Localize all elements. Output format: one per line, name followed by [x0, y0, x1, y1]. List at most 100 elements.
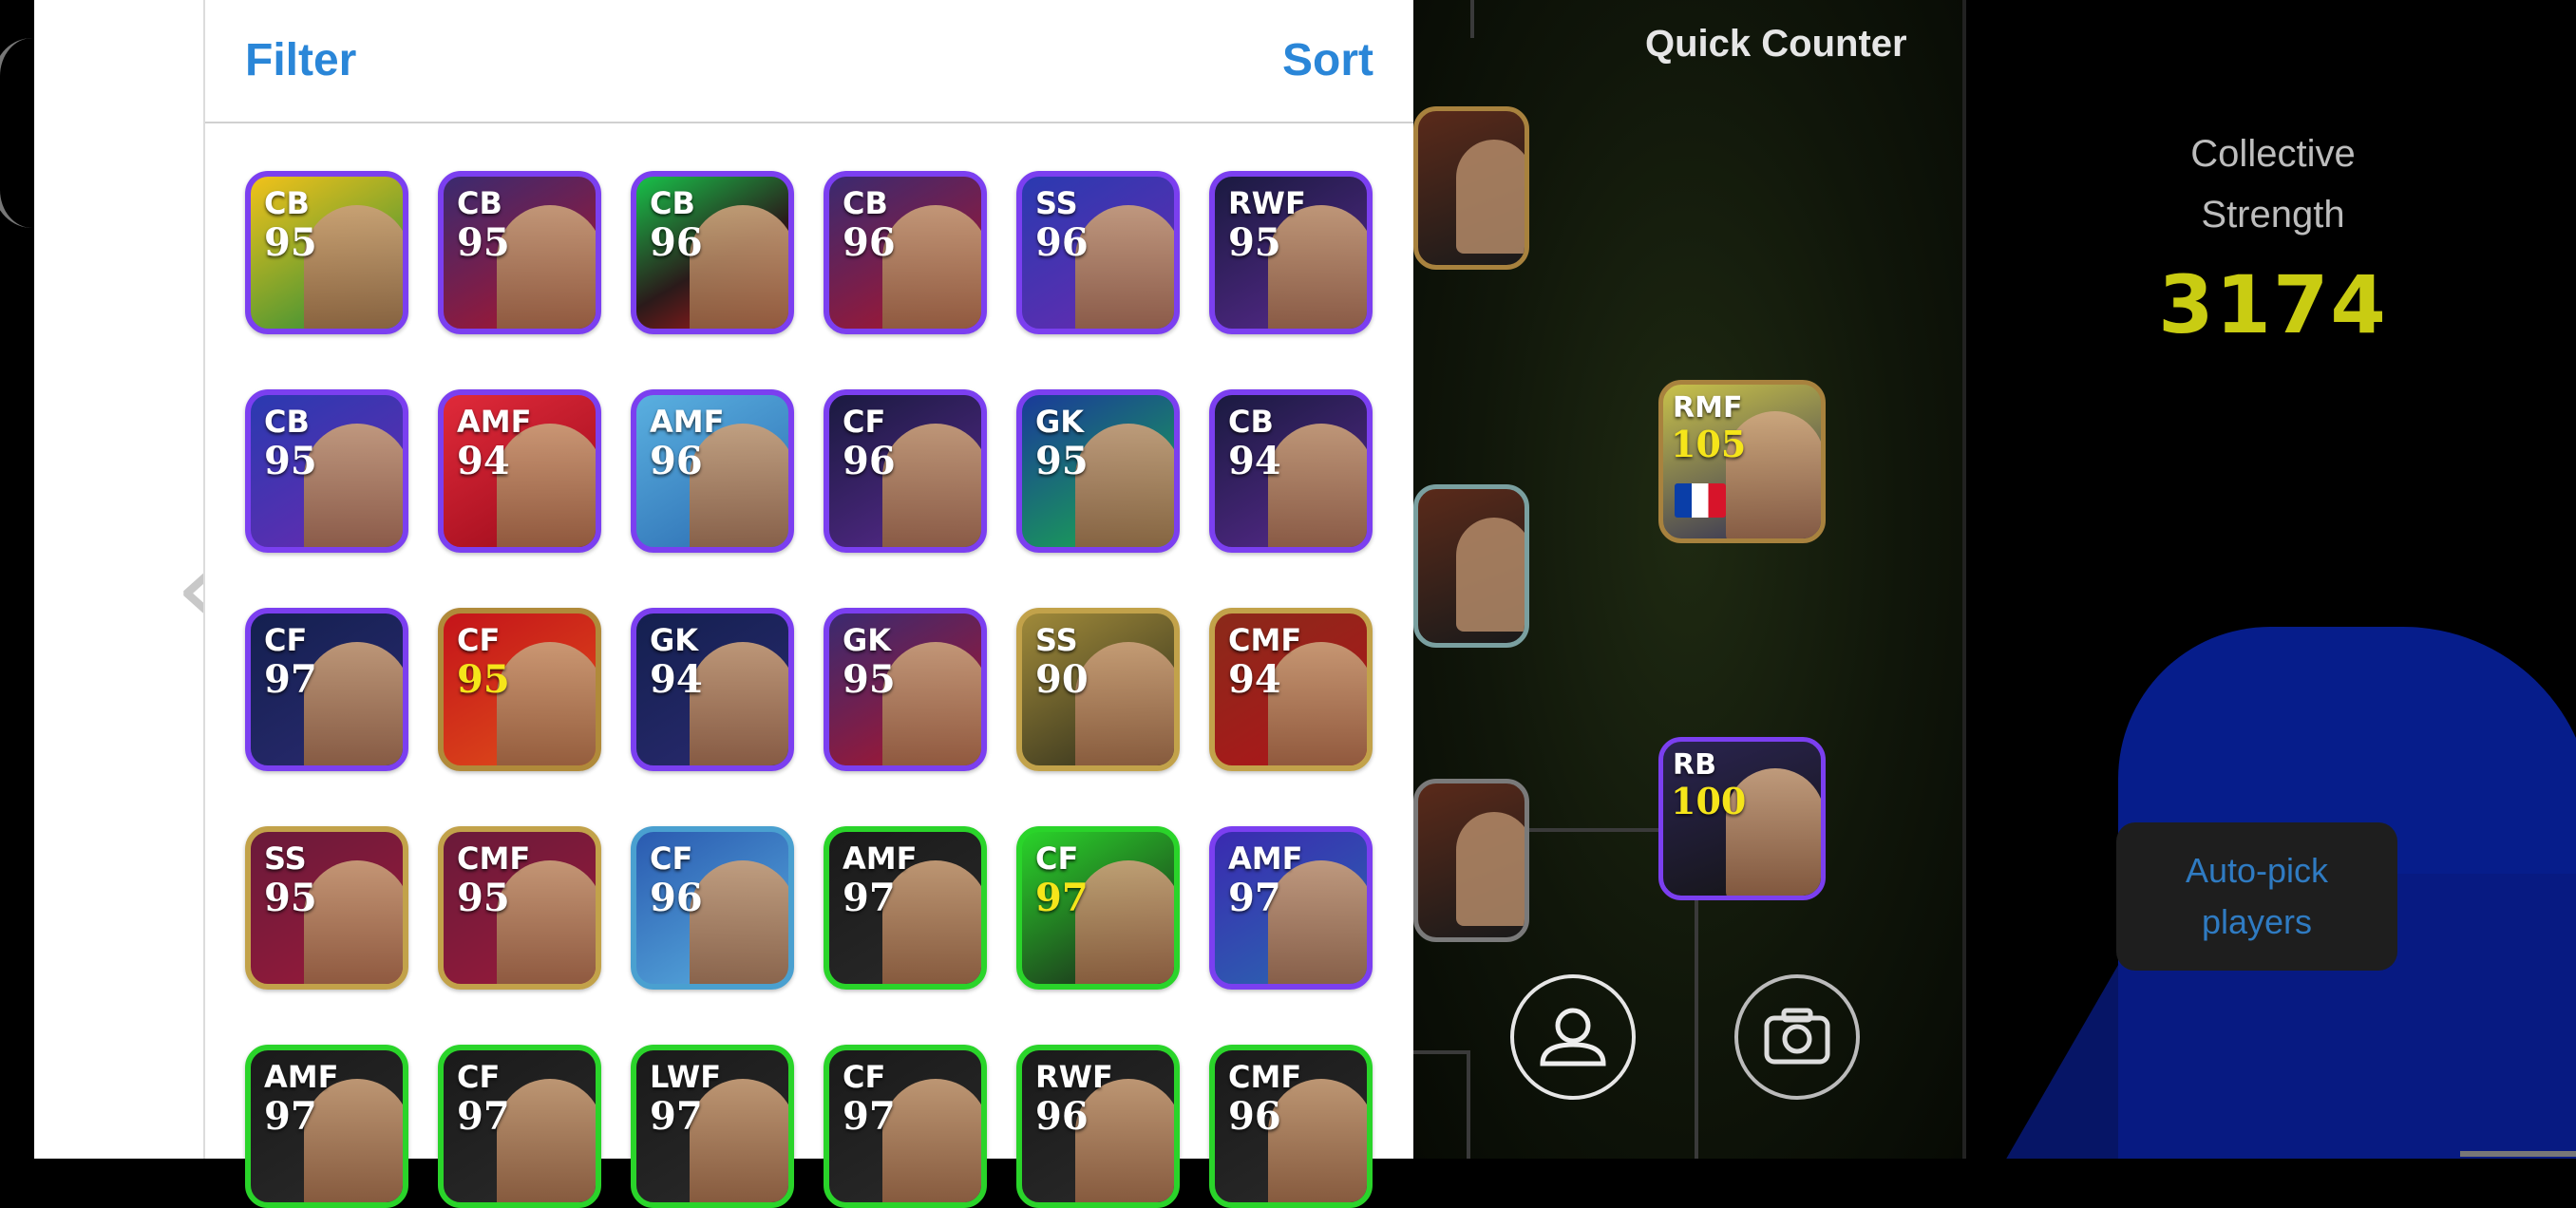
- player-card[interactable]: CB 95: [438, 171, 601, 334]
- player-portrait: [1268, 205, 1367, 329]
- player-rating: 96: [843, 220, 896, 265]
- field-player-card[interactable]: [1413, 779, 1529, 942]
- player-rating: 96: [1035, 1094, 1089, 1139]
- player-portrait: [497, 1079, 596, 1202]
- player-portrait: [1075, 860, 1174, 984]
- left-edge: [0, 0, 34, 1159]
- filter-button[interactable]: Filter: [245, 34, 356, 86]
- player-rating: 95: [457, 657, 510, 702]
- player-rating: 96: [650, 220, 703, 265]
- player-card[interactable]: CF 97: [824, 1045, 987, 1208]
- player-card[interactable]: CF 96: [824, 389, 987, 553]
- field-player-card-rmf[interactable]: RMF 105: [1658, 380, 1826, 543]
- player-rating: 105: [1671, 423, 1747, 465]
- player-card[interactable]: RWF 95: [1209, 171, 1373, 334]
- player-card[interactable]: RWF 96: [1016, 1045, 1180, 1208]
- player-position: AMF: [457, 404, 532, 440]
- player-rating: 96: [650, 439, 703, 483]
- player-rating: 96: [1035, 220, 1089, 265]
- player-portrait: [304, 642, 403, 765]
- player-rating: 95: [1228, 220, 1281, 265]
- player-position: CF: [843, 404, 886, 440]
- player-position: CB: [843, 185, 888, 221]
- player-portrait: [690, 860, 788, 984]
- player-card[interactable]: AMF 94: [438, 389, 601, 553]
- player-rating: 95: [457, 876, 510, 920]
- player-rating: 90: [1035, 657, 1089, 702]
- field-player-card[interactable]: [1413, 484, 1529, 648]
- player-card[interactable]: CF 95: [438, 608, 601, 771]
- player-position: GK: [1035, 404, 1085, 440]
- player-card[interactable]: CMF 94: [1209, 608, 1373, 771]
- player-rating: 95: [264, 220, 317, 265]
- player-position: CF: [457, 622, 501, 658]
- player-portrait: [1268, 860, 1367, 984]
- pitch-line: [1470, 0, 1474, 38]
- user-icon[interactable]: [1510, 974, 1636, 1100]
- player-card[interactable]: CMF 96: [1209, 1045, 1373, 1208]
- player-rating: 95: [264, 876, 317, 920]
- auto-pick-players-button[interactable]: Auto-pick players: [2116, 822, 2397, 971]
- player-portrait: [1075, 424, 1174, 547]
- player-position: CB: [650, 185, 695, 221]
- player-portrait: [882, 1079, 981, 1202]
- player-rating: 96: [843, 439, 896, 483]
- player-position: CF: [843, 1059, 886, 1095]
- player-card[interactable]: CB 96: [824, 171, 987, 334]
- player-card[interactable]: CB 95: [245, 389, 408, 553]
- player-card[interactable]: CMF 95: [438, 826, 601, 990]
- player-card[interactable]: AMF 97: [245, 1045, 408, 1208]
- player-card[interactable]: CB 96: [631, 171, 794, 334]
- player-portrait: [690, 424, 788, 547]
- player-card[interactable]: CB 94: [1209, 389, 1373, 553]
- player-position: CF: [650, 840, 693, 877]
- player-rating: 97: [264, 657, 317, 702]
- player-card[interactable]: CF 97: [245, 608, 408, 771]
- player-position: GK: [650, 622, 699, 658]
- player-card[interactable]: SS 96: [1016, 171, 1180, 334]
- player-card[interactable]: AMF 97: [1209, 826, 1373, 990]
- player-card[interactable]: SS 90: [1016, 608, 1180, 771]
- player-card[interactable]: CB 95: [245, 171, 408, 334]
- player-card[interactable]: AMF 96: [631, 389, 794, 553]
- player-position: RWF: [1228, 185, 1306, 221]
- player-position: CB: [264, 404, 310, 440]
- player-position: AMF: [1228, 840, 1303, 877]
- player-card[interactable]: AMF 97: [824, 826, 987, 990]
- camera-icon[interactable]: [1734, 974, 1860, 1100]
- player-rating: 97: [1228, 876, 1281, 920]
- player-portrait: [497, 860, 596, 984]
- scrollbar[interactable]: [2460, 1151, 2576, 1157]
- collective-strength-label-line2: Strength: [2201, 194, 2345, 236]
- player-rating: 97: [457, 1094, 510, 1139]
- player-position: RB: [1673, 748, 1716, 782]
- flag-france-icon: [1675, 483, 1726, 518]
- player-card[interactable]: GK 94: [631, 608, 794, 771]
- edge-arc: [0, 38, 38, 228]
- player-card[interactable]: CF 97: [438, 1045, 601, 1208]
- player-card[interactable]: LWF 97: [631, 1045, 794, 1208]
- field-player-card-rb[interactable]: RB 100: [1658, 737, 1826, 900]
- player-portrait: [882, 860, 981, 984]
- player-position: SS: [1035, 622, 1078, 658]
- player-rating: 97: [650, 1094, 703, 1139]
- player-portrait: [1075, 205, 1174, 329]
- picker-header: Filter Sort: [205, 0, 1413, 123]
- player-portrait: [690, 1079, 788, 1202]
- player-card[interactable]: GK 95: [1016, 389, 1180, 553]
- player-rating: 97: [1035, 876, 1089, 920]
- player-card[interactable]: CF 96: [631, 826, 794, 990]
- sort-button[interactable]: Sort: [1282, 34, 1373, 86]
- player-portrait: [497, 205, 596, 329]
- player-card[interactable]: GK 95: [824, 608, 987, 771]
- player-portrait: [304, 205, 403, 329]
- player-rating: 95: [1035, 439, 1089, 483]
- player-portrait: [690, 205, 788, 329]
- player-card[interactable]: CF 97: [1016, 826, 1180, 990]
- player-rating: 100: [1671, 780, 1747, 822]
- field-player-card[interactable]: [1413, 106, 1529, 270]
- player-card[interactable]: SS 95: [245, 826, 408, 990]
- player-rating: 95: [843, 657, 896, 702]
- auto-pick-label-line2: players: [2201, 902, 2313, 941]
- player-position: CB: [457, 185, 502, 221]
